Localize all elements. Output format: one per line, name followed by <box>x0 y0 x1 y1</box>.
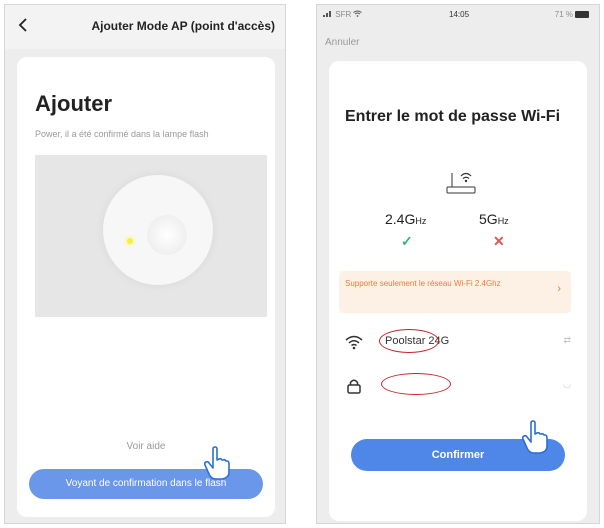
wifi-status-icon <box>353 10 363 17</box>
lock-icon <box>347 379 361 394</box>
signal-icon <box>323 11 331 17</box>
left-nav-title: Ajouter Mode AP (point d'accès) <box>91 19 275 33</box>
status-battery: 71 % <box>555 10 589 19</box>
hand-pointer-icon <box>522 420 548 454</box>
band-warning[interactable]: Supporte seulement le réseau Wi-Fi 2.4Gh… <box>339 271 571 313</box>
password-field[interactable]: ◡ <box>345 373 571 401</box>
cancel-button[interactable]: Annuler <box>325 37 359 48</box>
lamp-glow <box>147 215 187 255</box>
lamp-circle <box>103 175 213 285</box>
battery-icon <box>575 11 589 19</box>
chevron-right-icon: › <box>557 283 561 295</box>
add-device-card: Ajouter Power, il a été confirmé dans la… <box>17 57 275 517</box>
wifi-icon <box>345 335 363 350</box>
cross-icon: ✕ <box>493 233 505 249</box>
status-time: 14:05 <box>449 10 470 19</box>
router-icon <box>446 172 476 194</box>
lamp-led-indicator <box>127 238 133 244</box>
wifi-password-card: Entrer le mot de passe Wi-Fi 2.4GHz 5GHz… <box>329 61 587 521</box>
left-nav-bar: Ajouter Mode AP (point d'accès) <box>5 5 285 49</box>
status-carrier: SFR <box>323 10 363 19</box>
left-phone-screen: Ajouter Mode AP (point d'accès) Ajouter … <box>4 4 286 524</box>
switch-network-icon[interactable]: ⇄ <box>563 335 571 346</box>
band-24ghz-label: 2.4GHz <box>385 211 427 227</box>
band-5ghz-label: 5GHz <box>479 211 509 227</box>
hand-pointer-icon <box>204 446 230 480</box>
status-bar: SFR 14:05 71 % <box>317 5 599 25</box>
eye-icon[interactable]: ◡ <box>563 379 571 390</box>
password-highlight-annotation <box>381 373 451 395</box>
warning-text: Supporte seulement le réseau Wi-Fi 2.4Gh… <box>345 279 501 288</box>
lamp-illustration <box>35 155 267 317</box>
ssid-highlight-annotation <box>379 329 439 353</box>
help-link[interactable]: Voir aide <box>17 441 275 452</box>
right-phone-screen: SFR 14:05 71 % Annuler Entrer le mot de … <box>316 4 600 524</box>
wifi-network-field[interactable]: Poolstar 24G ⇄ <box>345 329 571 357</box>
page-title: Ajouter <box>35 91 112 116</box>
chevron-left-icon <box>18 18 27 32</box>
check-icon: ✓ <box>401 233 413 249</box>
page-subtitle: Power, il a été confirmé dans la lampe f… <box>35 129 209 139</box>
page-title: Entrer le mot de passe Wi-Fi <box>345 108 561 125</box>
back-button[interactable] <box>13 16 33 36</box>
